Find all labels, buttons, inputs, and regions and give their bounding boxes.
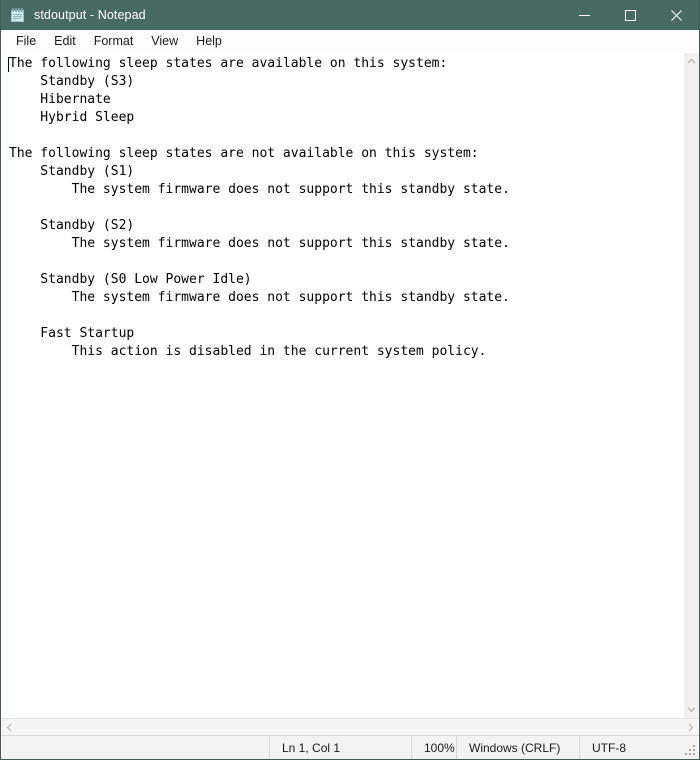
close-button[interactable]	[653, 0, 699, 30]
menu-bar: File Edit Format View Help	[1, 30, 699, 53]
chevron-left-icon[interactable]	[1, 719, 18, 736]
vertical-scrollbar-track[interactable]	[684, 70, 699, 701]
editor-text: The following sleep states are available…	[9, 56, 510, 359]
menu-item-file[interactable]: File	[7, 32, 45, 50]
minimize-button[interactable]	[561, 0, 607, 30]
notepad-window: stdoutput - Notepad File Edit Format Vie…	[0, 0, 700, 760]
horizontal-scrollbar-track[interactable]	[18, 719, 682, 735]
editor-row: The following sleep states are available…	[1, 53, 699, 718]
text-editor-area[interactable]: The following sleep states are available…	[1, 53, 683, 718]
horizontal-scrollbar[interactable]	[1, 718, 699, 735]
status-line-ending[interactable]: Windows (CRLF)	[456, 736, 579, 759]
vertical-scrollbar[interactable]	[683, 53, 699, 718]
window-title: stdoutput - Notepad	[34, 8, 146, 22]
status-encoding[interactable]: UTF-8	[579, 736, 699, 759]
status-bar-spacer	[1, 736, 269, 759]
chevron-up-icon[interactable]	[684, 53, 700, 70]
notepad-icon	[10, 7, 26, 23]
menu-item-view[interactable]: View	[142, 32, 187, 50]
maximize-button[interactable]	[607, 0, 653, 30]
status-cursor-position[interactable]: Ln 1, Col 1	[269, 736, 411, 759]
resize-grip[interactable]	[685, 745, 696, 756]
menu-item-help[interactable]: Help	[187, 32, 231, 50]
status-zoom-level[interactable]: 100%	[411, 736, 456, 759]
menu-item-edit[interactable]: Edit	[45, 32, 85, 50]
chevron-right-icon[interactable]	[682, 719, 699, 736]
status-bar: Ln 1, Col 1 100% Windows (CRLF) UTF-8	[1, 735, 699, 759]
chevron-down-icon[interactable]	[684, 701, 700, 718]
title-bar[interactable]: stdoutput - Notepad	[1, 0, 699, 30]
window-controls	[561, 0, 699, 30]
menu-item-format[interactable]: Format	[85, 32, 143, 50]
